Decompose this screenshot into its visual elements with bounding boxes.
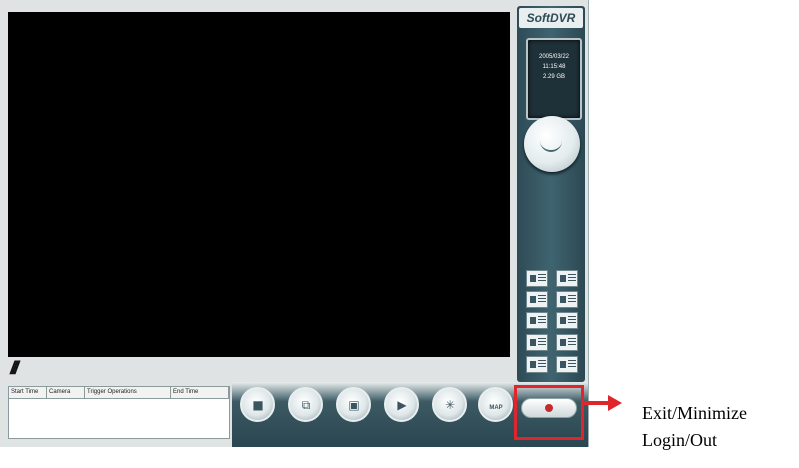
col-camera[interactable]: Camera xyxy=(47,387,85,398)
date-readout: 2005/03/22 xyxy=(538,54,570,60)
annotation-exit-minimize: Exit/Minimize xyxy=(642,403,747,423)
time-readout: 11:15:48 xyxy=(542,64,566,70)
layout-6-button[interactable] xyxy=(526,312,548,329)
layout-2-button[interactable] xyxy=(556,270,578,287)
annotation-login-out: Login/Out xyxy=(642,430,717,450)
play-button[interactable]: ▶ xyxy=(384,387,419,422)
layout-16-button[interactable] xyxy=(556,334,578,351)
stop-record-icon: ■ xyxy=(252,398,264,412)
disk-readout: 2.29 GB xyxy=(542,74,565,80)
status-display: 2005/03/22 11:15:48 2.29 GB xyxy=(526,38,582,120)
camera-view-icon: ▣ xyxy=(348,398,360,412)
layout-3-button[interactable] xyxy=(526,291,548,308)
play-icon: ▶ xyxy=(397,398,407,412)
ptz-button[interactable]: ✳ xyxy=(432,387,467,422)
window-icon: ⧉ xyxy=(301,398,311,412)
stop-record-button[interactable]: ■ xyxy=(240,387,275,422)
event-log[interactable]: Start Time Camera Trigger Operations End… xyxy=(8,386,230,439)
event-log-header: Start Time Camera Trigger Operations End… xyxy=(9,387,229,399)
jog-dial[interactable] xyxy=(524,116,580,172)
camera-view-button[interactable]: ▣ xyxy=(336,387,371,422)
col-start-time[interactable]: Start Time xyxy=(9,387,47,398)
brand-logo: SoftDVR xyxy=(519,8,583,28)
map-icon: MAP xyxy=(489,405,503,411)
map-button[interactable]: MAP xyxy=(478,387,513,422)
fullscreen-button[interactable] xyxy=(526,356,548,373)
exit-button[interactable] xyxy=(521,398,577,418)
layout-4-button[interactable] xyxy=(556,291,578,308)
layout-9-button[interactable] xyxy=(526,334,548,351)
power-icon xyxy=(545,404,553,412)
col-end-time[interactable]: End Time xyxy=(171,387,229,398)
window-button[interactable]: ⧉ xyxy=(288,387,323,422)
layout-1-button[interactable] xyxy=(526,270,548,287)
layout-8-button[interactable] xyxy=(556,312,578,329)
ptz-icon: ✳ xyxy=(444,398,456,412)
logo-mark: /// xyxy=(10,358,19,378)
sequence-button[interactable] xyxy=(556,356,578,373)
col-trigger-operations[interactable]: Trigger Operations xyxy=(85,387,171,398)
callout-arrow-head xyxy=(608,395,622,411)
callout-arrow-line xyxy=(584,401,610,405)
video-display[interactable] xyxy=(8,12,510,357)
